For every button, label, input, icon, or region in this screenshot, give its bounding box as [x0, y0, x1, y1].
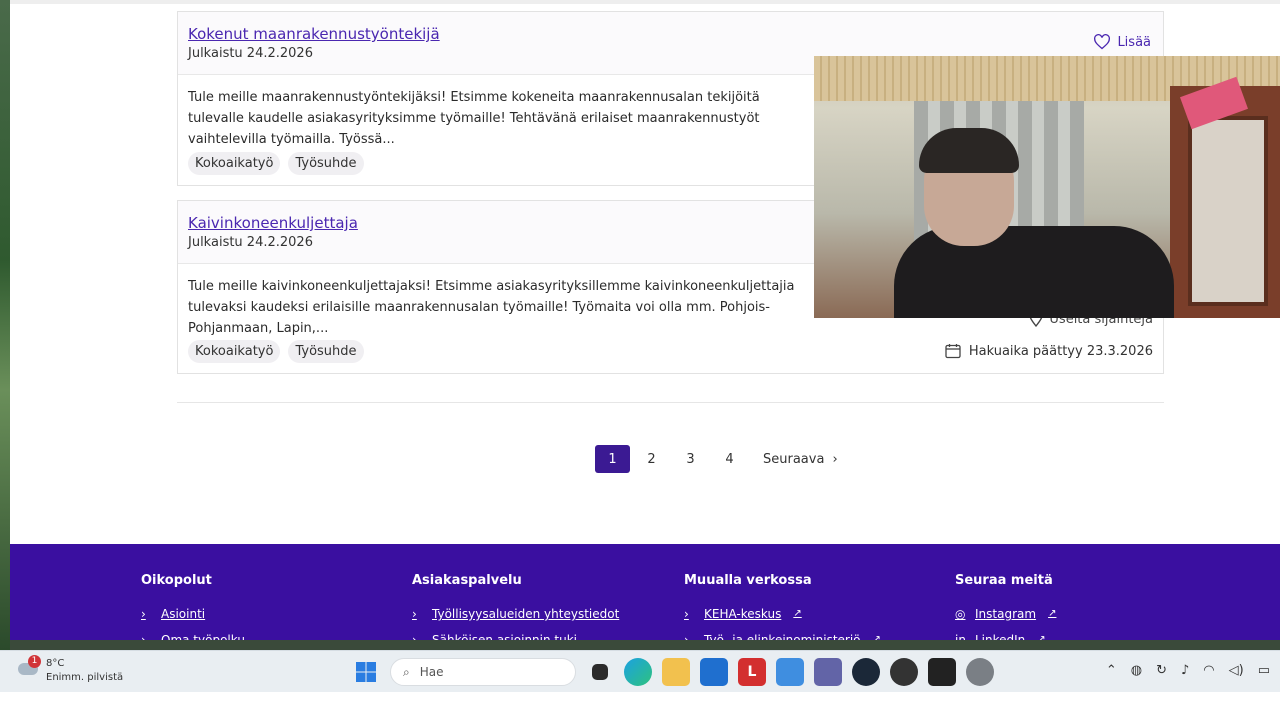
steam-icon[interactable]: [852, 658, 880, 686]
footer-link-label: Instagram: [975, 607, 1037, 621]
job-deadline: Hakuaika päättyy 23.3.2026: [945, 343, 1153, 359]
webcam-person: [894, 128, 1174, 318]
weather-description: Enimm. pilvistä: [46, 672, 124, 683]
page-2-button[interactable]: 2: [634, 445, 669, 473]
page-4-button[interactable]: 4: [712, 445, 747, 473]
network-app-icon[interactable]: ◍: [1131, 663, 1142, 678]
calendar-icon: [945, 344, 961, 359]
bottom-margin: [0, 692, 1280, 720]
desktop-background-strip: [0, 0, 10, 650]
chevron-right-icon: ›: [684, 607, 689, 621]
footer-link[interactable]: ◎ Instagram ↗: [955, 606, 1056, 622]
footer-column-customer-service: Asiakaspalvelu › Työllisyysalueiden yhtey…: [412, 573, 619, 640]
store-icon[interactable]: [700, 658, 728, 686]
record-app-icon[interactable]: [890, 658, 918, 686]
cloud-icon: 1: [18, 655, 41, 679]
edge-browser-icon[interactable]: [624, 658, 652, 686]
favorite-button[interactable]: Lisää: [1093, 34, 1151, 50]
teams-icon[interactable]: [814, 658, 842, 686]
chevron-right-icon: ›: [141, 607, 146, 621]
battery-icon[interactable]: ▭: [1258, 663, 1270, 678]
job-description: Tule meille maanrakennustyöntekijäksi! E…: [188, 90, 760, 147]
page-3-button[interactable]: 3: [673, 445, 708, 473]
job-title-link[interactable]: Kokenut maanrakennustyöntekijä: [188, 24, 1153, 44]
wifi-icon[interactable]: ◠: [1203, 663, 1214, 678]
next-page-label: Seuraava: [763, 451, 825, 467]
footer-link-label: KEHA-keskus: [704, 607, 782, 621]
job-tags: Kokoaikatyö Työsuhde: [188, 152, 364, 175]
footer-link-label: LinkedIn: [975, 633, 1026, 640]
favorite-label: Lisää: [1117, 34, 1151, 50]
taskbar-apps: ⌕ Hae L: [352, 658, 994, 686]
footer-link[interactable]: › Työllisyysalueiden yhteystiedot: [412, 606, 619, 622]
results-divider: [177, 402, 1164, 403]
webcam-shelf-inner: [1188, 116, 1268, 306]
webcam-person-hair: [919, 128, 1019, 173]
footer-link-label: Sähköisen asioinnin tuki: [432, 633, 578, 640]
settings-gear-icon[interactable]: [966, 658, 994, 686]
top-divider: [10, 0, 1280, 4]
footer-column-follow: Seuraa meitä ◎ Instagram ↗ in LinkedIn ↗: [955, 573, 1056, 640]
footer-link[interactable]: › Oma työpolku: [141, 632, 245, 640]
job-tag: Työsuhde: [288, 152, 364, 175]
volume-icon[interactable]: ◁): [1229, 663, 1244, 678]
external-link-icon: ↗: [793, 608, 802, 619]
chevron-right-icon: ›: [832, 451, 838, 467]
footer-link-label: Työ- ja elinkeinoministeriö: [704, 633, 861, 640]
weather-temperature: 8°C: [46, 658, 65, 669]
job-tag: Työsuhde: [288, 340, 364, 363]
external-link-icon: ↗: [872, 634, 881, 640]
webcam-overlay: [814, 56, 1280, 318]
heart-icon: [1094, 34, 1111, 50]
notification-badge: 1: [28, 655, 41, 668]
footer-link[interactable]: › KEHA-keskus ↗: [684, 606, 881, 622]
linkedin-icon: in: [955, 633, 966, 640]
refresh-icon[interactable]: ↻: [1156, 663, 1167, 678]
chevron-right-icon: ›: [684, 633, 689, 640]
pagination: 1 2 3 4 Seuraava ›: [595, 445, 838, 473]
footer-heading: Oikopolut: [141, 573, 212, 588]
job-deadline-label: Hakuaika päättyy 23.3.2026: [968, 343, 1153, 359]
footer-column-shortcuts: Oikopolut › Asiointi › Oma työpolku: [141, 573, 245, 640]
epic-games-icon[interactable]: [928, 658, 956, 686]
search-placeholder: Hae: [419, 665, 444, 679]
taskbar: 1 8°C Enimm. pilvistä ⌕ Hae L ⌃ ◍ ↻ ♪ ◠ …: [0, 650, 1280, 692]
next-page-button[interactable]: Seuraava ›: [763, 452, 838, 467]
system-tray: ⌃ ◍ ↻ ♪ ◠ ◁) ▭: [1106, 663, 1270, 678]
chevron-up-icon[interactable]: ⌃: [1106, 663, 1117, 678]
external-link-icon: ↗: [1048, 608, 1057, 619]
chevron-right-icon: ›: [141, 633, 146, 640]
footer-link-label: Työllisyysalueiden yhteystiedot: [432, 607, 620, 621]
chevron-right-icon: ›: [412, 607, 417, 621]
footer-heading: Seuraa meitä: [955, 573, 1053, 588]
footer-link[interactable]: › Sähköisen asioinnin tuki: [412, 632, 619, 640]
footer-link[interactable]: in LinkedIn ↗: [955, 632, 1056, 640]
taskbar-search[interactable]: ⌕ Hae: [390, 658, 576, 686]
instagram-icon: ◎: [955, 607, 966, 621]
footer-heading: Muualla verkossa: [684, 573, 812, 588]
footer-link-label: Oma työpolku: [161, 633, 245, 640]
job-tags: Kokoaikatyö Työsuhde: [188, 340, 364, 363]
job-tag: Kokoaikatyö: [188, 340, 281, 363]
site-footer: Oikopolut › Asiointi › Oma työpolku Asiaka…: [10, 544, 1280, 640]
search-icon: ⌕: [403, 664, 410, 679]
windows-start-icon[interactable]: [352, 658, 380, 686]
job-tag: Kokoaikatyö: [188, 152, 281, 175]
chevron-right-icon: ›: [412, 633, 417, 640]
footer-link-label: Asiointi: [161, 607, 206, 621]
footer-column-elsewhere: Muualla verkossa › KEHA-keskus ↗ › Työ- ja …: [684, 573, 881, 640]
job-description: Tule meille kaivinkoneenkuljettajaksi! E…: [188, 279, 795, 336]
app-blue-icon[interactable]: [776, 658, 804, 686]
footer-link[interactable]: › Työ- ja elinkeinoministeriö ↗: [684, 632, 881, 640]
weather-widget[interactable]: 1 8°C Enimm. pilvistä: [18, 655, 124, 685]
file-explorer-icon[interactable]: [662, 658, 690, 686]
footer-link[interactable]: › Asiointi: [141, 606, 245, 622]
webcam-person-body: [894, 226, 1174, 318]
microphone-icon[interactable]: ♪: [1181, 663, 1189, 678]
page-1-button[interactable]: 1: [595, 445, 630, 473]
external-link-icon: ↗: [1037, 634, 1046, 640]
task-view-icon[interactable]: [592, 664, 608, 680]
app-l-icon[interactable]: L: [738, 658, 766, 686]
footer-heading: Asiakaspalvelu: [412, 573, 522, 588]
